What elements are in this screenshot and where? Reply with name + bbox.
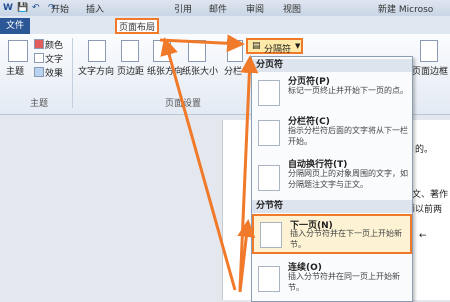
arrow-to-page-layout bbox=[160, 37, 237, 291]
arrow-layout-to-breaks bbox=[159, 34, 245, 53]
annotation-arrows bbox=[159, 34, 259, 293]
